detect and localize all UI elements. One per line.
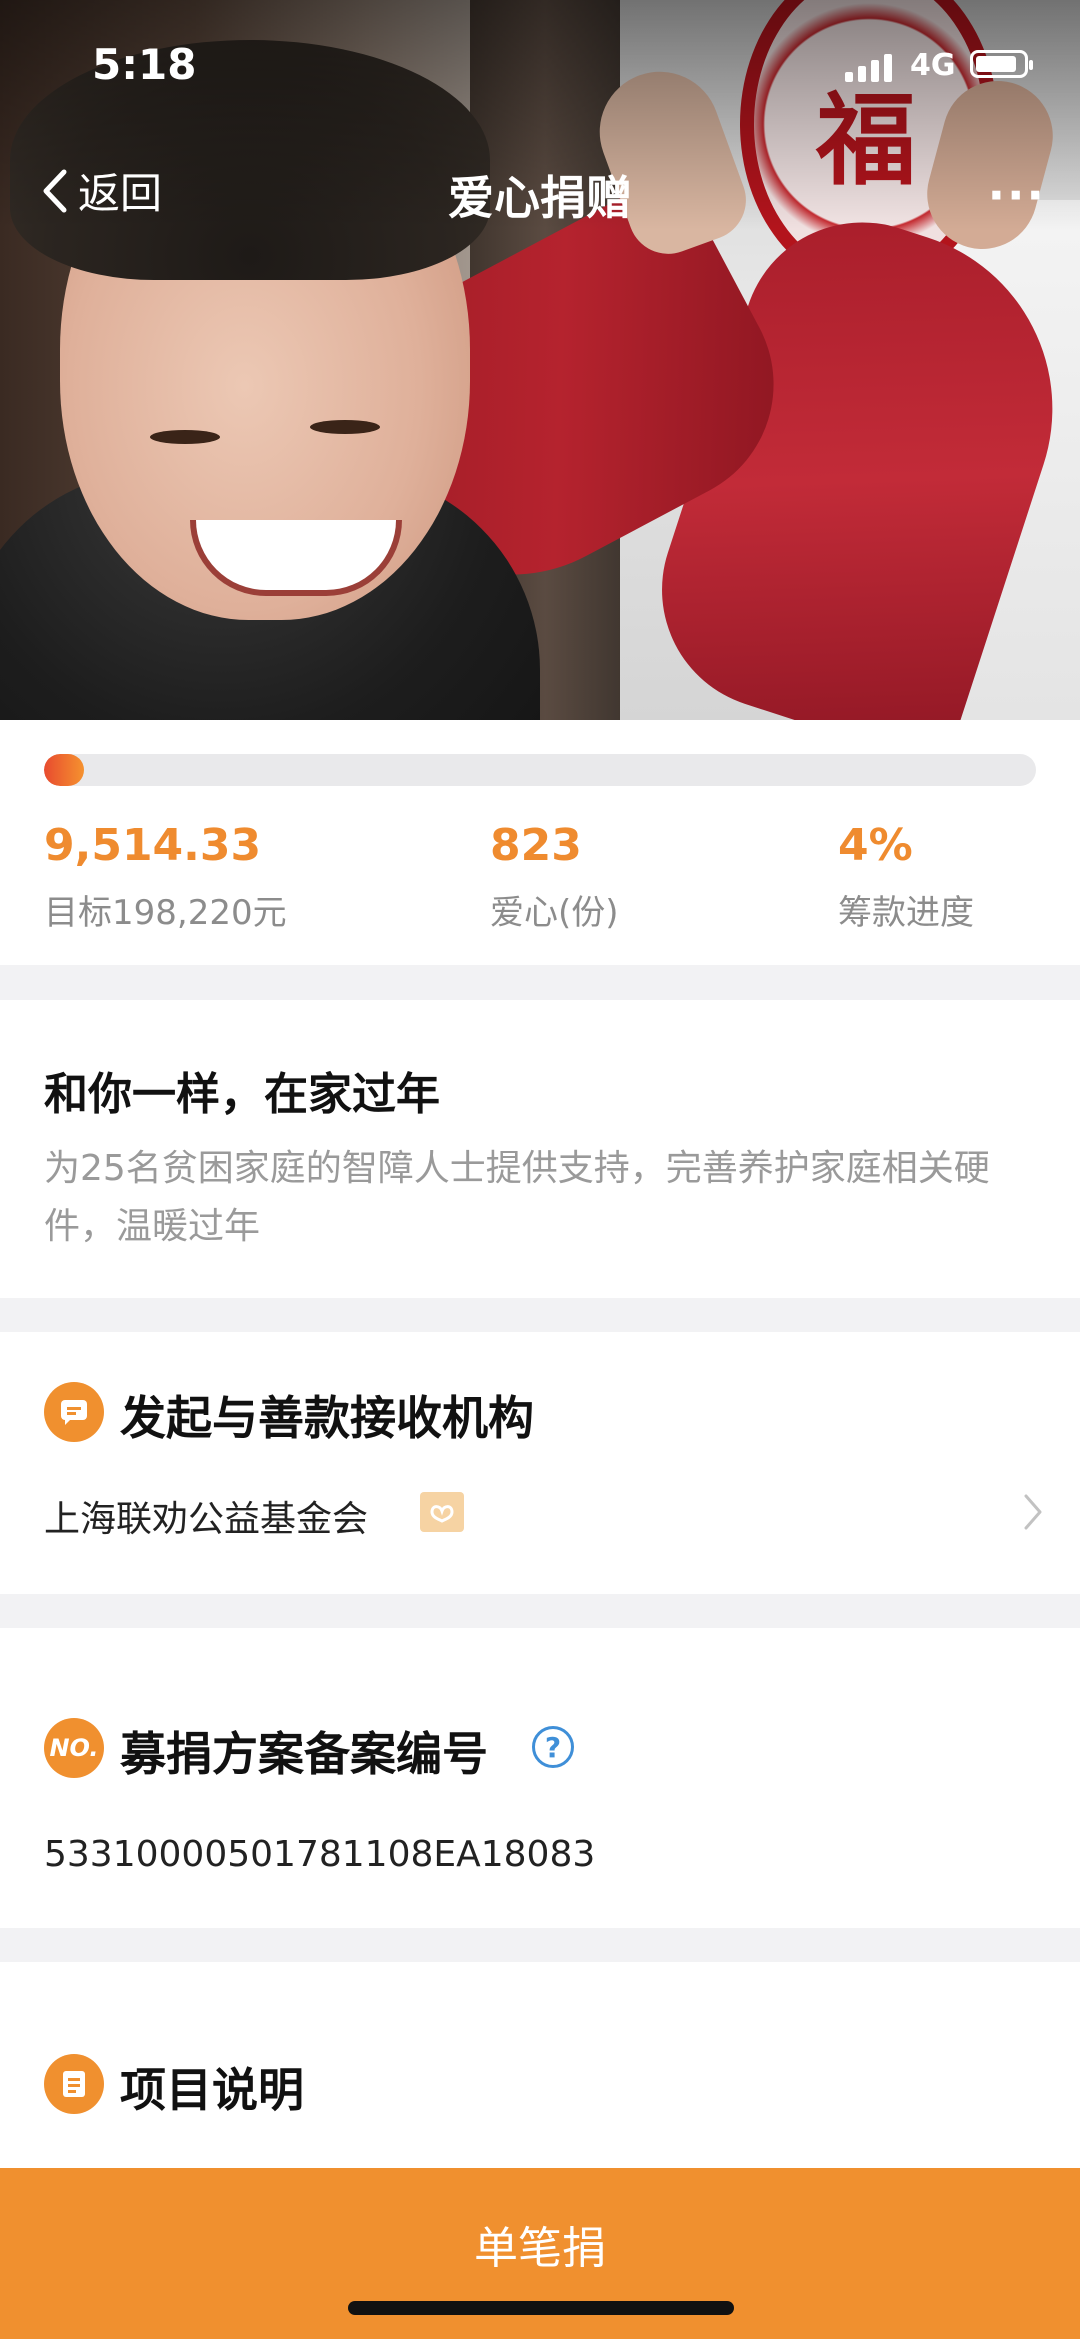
hero-smile [190, 520, 402, 596]
number-icon: NO. [44, 1718, 104, 1778]
project-title: 和你一样，在家过年 [44, 1069, 440, 1120]
hero-eye-right [310, 420, 380, 434]
description-section-title: 项目说明 [120, 2063, 304, 2117]
progress-label: 筹款进度 [838, 893, 974, 933]
registration-card: NO. 募捐方案备案编号 ? 53310000501781108EA18083 [0, 1628, 1080, 1928]
home-indicator[interactable] [348, 2301, 734, 2315]
fundraising-stats: 9,514.33 目标198,220元 823 爱心(份) 4% 筹款进度 [0, 720, 1080, 965]
nav-bar: 返回 爱心捐赠 ··· [0, 150, 1080, 230]
document-icon [44, 2054, 104, 2114]
organization-name[interactable]: 上海联劝公益基金会 [44, 1490, 368, 1542]
message-icon [44, 1382, 104, 1442]
progress-percent: 4% [838, 820, 913, 871]
project-description: 为25名贫困家庭的智障人士提供支持，完善养护家庭相关硬件，温暖过年 [44, 1148, 990, 1247]
chevron-right-icon [1024, 1494, 1042, 1530]
progress-bar-fill [44, 754, 84, 786]
target-label: 目标198,220元 [44, 893, 287, 933]
project-summary-card: 和你一样，在家过年 为25名贫困家庭的智障人士提供支持，完善养护家庭相关硬件，温… [0, 1000, 1080, 1298]
certified-badge-icon [420, 1492, 464, 1532]
help-icon[interactable]: ? [532, 1726, 574, 1768]
battery-icon [970, 50, 1033, 78]
description-card: 项目说明 [0, 1962, 1080, 2168]
status-time: 5:18 [92, 40, 197, 89]
status-bar: 5:18 4G [0, 0, 1080, 130]
registration-number: 53310000501781108EA18083 [44, 1834, 596, 1875]
organization-section-title: 发起与善款接收机构 [120, 1391, 534, 1445]
donate-label: 单笔捐 [474, 2223, 606, 2274]
page-title: 爱心捐赠 [448, 171, 632, 225]
stat-progress: 4% 筹款进度 [838, 820, 974, 934]
raised-amount: 9,514.33 [44, 820, 262, 871]
stat-hearts: 823 爱心(份) [490, 820, 619, 934]
more-button[interactable]: ··· [988, 168, 1046, 222]
registration-section-title: 募捐方案备案编号 [120, 1727, 488, 1781]
progress-bar [44, 754, 1036, 786]
network-type: 4G [910, 48, 956, 83]
stat-raised: 9,514.33 目标198,220元 [44, 820, 287, 934]
hearts-count: 823 [490, 820, 582, 871]
hero-eye-left [150, 430, 220, 444]
hearts-label: 爱心(份) [490, 893, 619, 933]
signal-icon [845, 52, 892, 82]
organization-card[interactable]: 发起与善款接收机构 上海联劝公益基金会 [0, 1332, 1080, 1594]
